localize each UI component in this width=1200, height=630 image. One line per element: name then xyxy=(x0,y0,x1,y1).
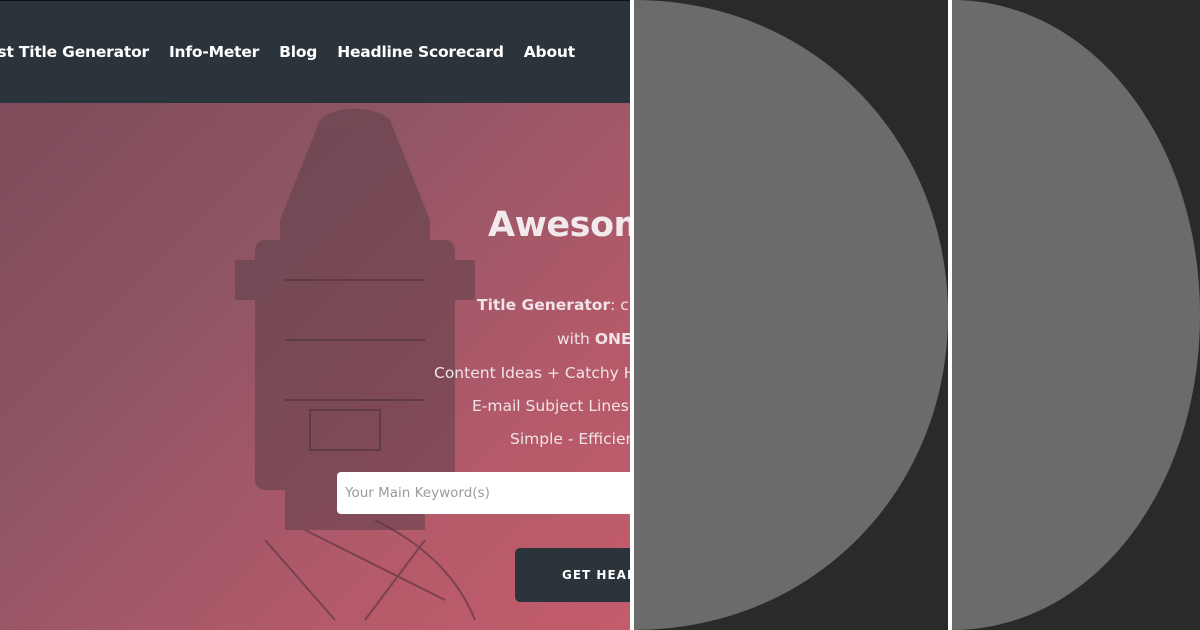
nav-item-headline-scorecard[interactable]: Headline Scorecard xyxy=(337,41,504,63)
nav-item-about[interactable]: About xyxy=(524,41,575,63)
hero-tagline-line-1: Title Generator: crea xyxy=(477,296,630,314)
dark-panel-right xyxy=(952,0,1200,630)
hero-tagline-text: : crea xyxy=(610,296,630,314)
grey-half-disc xyxy=(634,0,948,630)
hero-tagline-line-3: Content Ideas + Catchy He xyxy=(434,364,630,382)
hero-tagline-bold: Title Generator xyxy=(477,296,611,314)
get-headlines-button[interactable]: GET HEAD xyxy=(515,548,630,602)
keyword-search-input[interactable] xyxy=(337,472,630,514)
grey-half-disc xyxy=(952,0,1200,630)
nav-item-blog[interactable]: Blog xyxy=(279,41,317,63)
nav-item-title-generator[interactable]: e Best Title Generator xyxy=(0,41,149,63)
website-panel: e Best Title Generator Info-Meter Blog H… xyxy=(0,0,630,630)
hero-tagline-bold: ONE xyxy=(594,330,630,348)
hero-tagline-line-2: with ONE xyxy=(557,330,630,348)
nav-menu: e Best Title Generator Info-Meter Blog H… xyxy=(0,41,595,63)
hero-title: Awesom xyxy=(488,205,630,245)
hero-tagline-text: with xyxy=(557,330,595,348)
top-navbar: e Best Title Generator Info-Meter Blog H… xyxy=(0,0,630,103)
hero-tagline-line-5: Simple - Efficien xyxy=(510,430,630,448)
hero-tagline-line-4: E-mail Subject Lines xyxy=(472,397,629,415)
dark-panel-middle xyxy=(634,0,948,630)
nav-item-info-meter[interactable]: Info-Meter xyxy=(169,41,259,63)
